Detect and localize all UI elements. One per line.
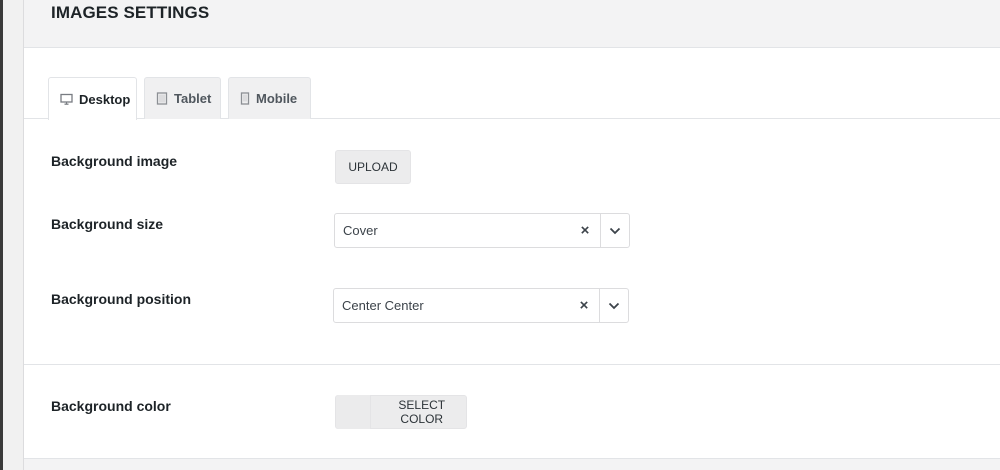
background-image-label: Background image bbox=[51, 153, 178, 169]
left-rail bbox=[0, 0, 24, 470]
tab-mobile-label: Mobile bbox=[256, 91, 298, 106]
background-position-value: Center Center bbox=[342, 298, 424, 313]
clear-icon[interactable]: × bbox=[569, 297, 599, 314]
clear-icon[interactable]: × bbox=[570, 222, 600, 239]
panel-header: IMAGES SETTINGS bbox=[24, 0, 1000, 48]
chevron-down-icon[interactable] bbox=[600, 214, 629, 247]
left-edge bbox=[0, 0, 3, 470]
upload-button[interactable]: UPLOAD bbox=[335, 150, 411, 184]
tab-mobile[interactable]: Mobile bbox=[228, 77, 311, 119]
mobile-icon bbox=[240, 92, 250, 105]
select-color-label: SELECT COLOR bbox=[398, 398, 446, 426]
device-tabs: Desktop Tablet Mobile bbox=[24, 48, 1000, 120]
background-size-value: Cover bbox=[343, 223, 378, 238]
background-size-select[interactable]: Cover × bbox=[334, 213, 630, 248]
tab-tablet[interactable]: Tablet bbox=[144, 77, 221, 119]
section-divider bbox=[24, 364, 1000, 365]
color-swatch bbox=[336, 395, 371, 429]
background-position-label: Background position bbox=[51, 291, 191, 307]
tab-desktop-label: Desktop bbox=[79, 91, 131, 107]
chevron-down-icon[interactable] bbox=[599, 289, 628, 322]
tablet-icon bbox=[156, 92, 168, 105]
background-size-label: Background size bbox=[51, 216, 164, 232]
background-color-label: Background color bbox=[51, 398, 171, 414]
background-position-select[interactable]: Center Center × bbox=[333, 288, 629, 323]
panel-footer bbox=[24, 458, 1000, 470]
select-color-button[interactable]: SELECT COLOR bbox=[335, 395, 467, 429]
tab-tablet-label: Tablet bbox=[174, 91, 212, 106]
tab-desktop[interactable]: Desktop bbox=[48, 77, 137, 120]
desktop-icon bbox=[60, 93, 73, 106]
panel-title: IMAGES SETTINGS bbox=[51, 2, 210, 22]
